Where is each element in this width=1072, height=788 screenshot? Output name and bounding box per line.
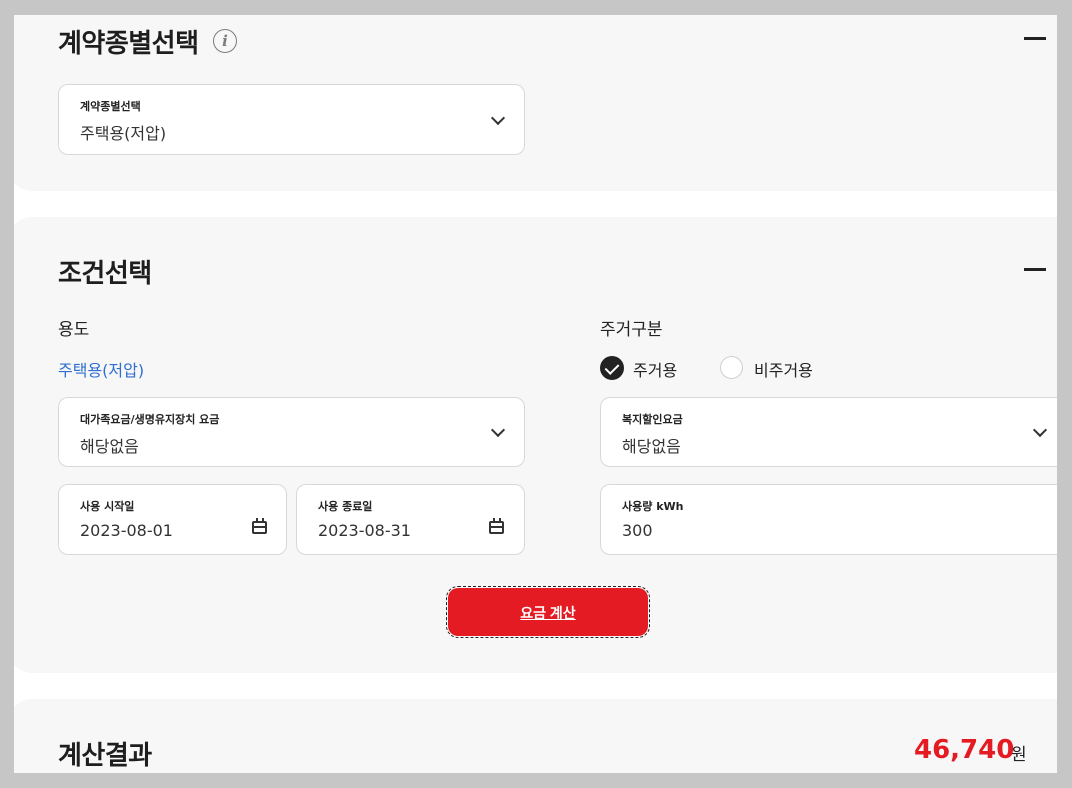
result-amount: 46,740 xyxy=(914,735,1015,765)
collapse-condition-button[interactable] xyxy=(1024,268,1046,271)
welfare-select-value: 해당없음 xyxy=(622,437,681,456)
end-date-value: 2023-08-31 xyxy=(318,521,411,540)
result-unit: 원 xyxy=(1011,745,1027,765)
chevron-down-icon xyxy=(1032,422,1048,438)
end-date-field[interactable]: 사용 종료일 2023-08-31 xyxy=(296,484,525,555)
large-family-select-label: 대가족요금/생명유지장치 요금 xyxy=(80,413,220,426)
residential-radio[interactable] xyxy=(600,356,624,380)
welfare-select[interactable]: 복지할인요금 해당없음 xyxy=(600,397,1057,467)
contract-type-select-value: 주택용(저압) xyxy=(80,124,167,143)
calculate-button[interactable]: 요금 계산 xyxy=(446,586,650,638)
welfare-select-label: 복지할인요금 xyxy=(622,413,683,426)
calendar-icon[interactable] xyxy=(252,518,267,534)
collapse-contract-button[interactable] xyxy=(1024,37,1046,40)
contract-type-card: 계약종별선택 i 계약종별선택 주택용(저압) xyxy=(14,15,1057,191)
large-family-select-value: 해당없음 xyxy=(80,437,139,456)
info-icon[interactable]: i xyxy=(213,29,237,53)
page: 계약종별선택 i 계약종별선택 주택용(저압) 조건선택 용도 주택용(저압) … xyxy=(14,15,1057,773)
kwh-input-label: 사용량 kWh xyxy=(622,500,684,513)
large-family-select[interactable]: 대가족요금/생명유지장치 요금 해당없음 xyxy=(58,397,525,467)
kwh-input[interactable]: 사용량 kWh 300 xyxy=(600,484,1057,555)
non-residential-radio[interactable] xyxy=(720,356,743,379)
contract-type-select-label: 계약종별선택 xyxy=(80,100,141,113)
contract-type-select[interactable]: 계약종별선택 주택용(저압) xyxy=(58,84,525,155)
condition-title: 조건선택 xyxy=(58,259,152,289)
start-date-value: 2023-08-01 xyxy=(80,521,173,540)
chevron-down-icon xyxy=(490,422,506,438)
non-residential-radio-label[interactable]: 비주거용 xyxy=(754,357,813,381)
kwh-input-value: 300 xyxy=(622,521,653,540)
residence-label: 주거구분 xyxy=(600,320,663,340)
start-date-label: 사용 시작일 xyxy=(80,500,135,513)
calendar-icon[interactable] xyxy=(489,518,504,534)
residential-radio-label[interactable]: 주거용 xyxy=(633,357,677,381)
end-date-label: 사용 종료일 xyxy=(318,500,373,513)
result-card: 계산결과 46,740 원 xyxy=(14,699,1057,773)
result-title: 계산결과 xyxy=(58,741,152,771)
usage-label: 용도 xyxy=(58,320,90,340)
start-date-field[interactable]: 사용 시작일 2023-08-01 xyxy=(58,484,287,555)
chevron-down-icon xyxy=(490,110,506,126)
contract-type-title: 계약종별선택 xyxy=(58,29,199,59)
usage-value: 주택용(저압) xyxy=(58,361,145,380)
